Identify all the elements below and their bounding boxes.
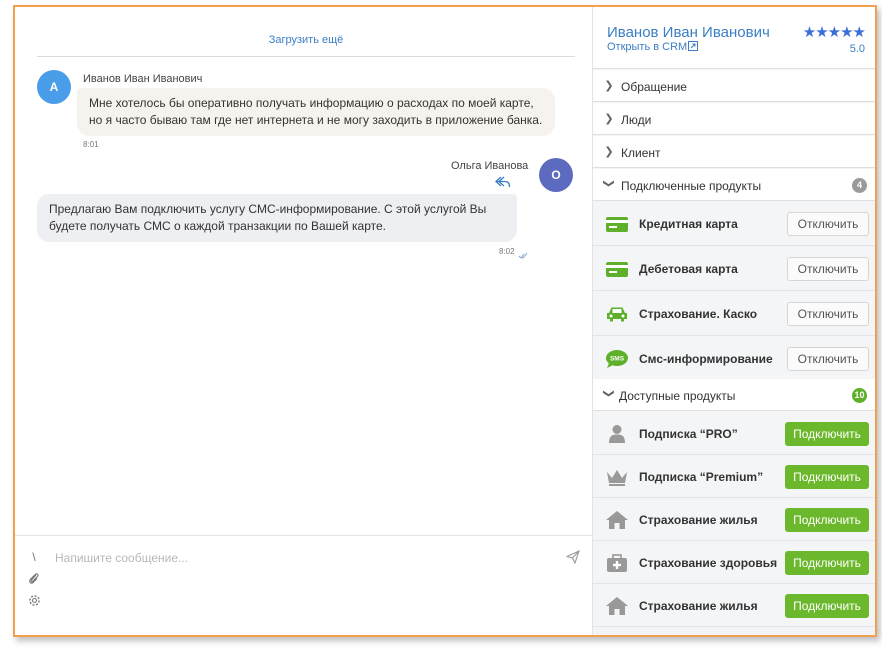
section-available-products[interactable]: ❯ Доступные продукты 10 xyxy=(593,379,875,411)
available-product-row: Страхование жилья Подключить xyxy=(593,584,875,627)
rating-stars: ★★★★★ xyxy=(802,24,866,41)
app-window: Загрузить ещё А Иванов Иван Иванович Мне… xyxy=(13,5,877,637)
chat-pane: Загрузить ещё А Иванов Иван Иванович Мне… xyxy=(15,7,593,635)
section-label: Клиент xyxy=(621,146,661,160)
external-link-icon xyxy=(688,41,699,54)
message-time: 8:01 xyxy=(83,140,99,149)
house-icon xyxy=(605,596,629,616)
connected-product-row: Дебетовая карта Отключить xyxy=(593,247,875,291)
available-product-row: Подписка “Premium” Подключить xyxy=(593,455,875,498)
section-appeal[interactable]: ❯ Обращение xyxy=(593,70,875,102)
product-name: Подписка “Premium” xyxy=(639,470,764,484)
product-name: Страхование жилья xyxy=(639,599,758,613)
house-icon xyxy=(605,510,629,530)
sms-icon: SMS xyxy=(605,349,629,369)
connect-button[interactable]: Подключить xyxy=(785,551,869,575)
reply-icon[interactable] xyxy=(495,175,511,189)
section-label: Доступные продукты xyxy=(619,389,736,403)
section-people[interactable]: ❯ Люди xyxy=(593,103,875,135)
load-more-link[interactable]: Загрузить ещё xyxy=(37,31,575,57)
connected-product-row: SMS Смс-информирование Отключить xyxy=(593,337,875,381)
available-product-row: Страхование здоровья Подключить xyxy=(593,541,875,584)
connected-product-row: Кредитная карта Отключить xyxy=(593,202,875,246)
open-crm-link[interactable]: Открыть в CRM xyxy=(607,41,699,54)
message-composer: \ xyxy=(15,535,593,635)
send-icon[interactable] xyxy=(565,549,580,565)
connect-button[interactable]: Подключить xyxy=(785,508,869,532)
disconnect-button[interactable]: Отключить xyxy=(787,302,869,326)
client-name: Иванов Иван Иванович xyxy=(607,24,770,41)
message-bubble: Предлагаю Вам подключить услугу СМС-инфо… xyxy=(37,194,517,242)
available-product-row: Страхование жилья Подключить xyxy=(593,498,875,541)
car-icon xyxy=(605,304,629,324)
chevron-down-icon: ❯ xyxy=(602,388,615,399)
product-name: Кредитная карта xyxy=(639,217,738,231)
product-name: Страхование. Каско xyxy=(639,307,758,321)
person-icon xyxy=(605,424,629,444)
client-panel: Иванов Иван Иванович Открыть в CRM ★★★★★… xyxy=(593,7,875,635)
connect-button[interactable]: Подключить xyxy=(785,465,869,489)
avatar: О xyxy=(539,158,573,192)
rating-value: 5.0 xyxy=(849,43,865,55)
disconnect-button[interactable]: Отключить xyxy=(787,212,869,236)
count-badge: 4 xyxy=(852,178,867,193)
section-connected-products[interactable]: ❯ Подключенные продукты 4 xyxy=(593,169,875,201)
message-time: 8:02 xyxy=(499,247,515,256)
message-sender: Ольга Иванова xyxy=(451,160,529,172)
medkit-icon xyxy=(605,553,629,573)
product-name: Смс-информирование xyxy=(639,352,773,366)
section-client[interactable]: ❯ Клиент xyxy=(593,136,875,168)
product-name: Страхование здоровья xyxy=(639,556,778,570)
message-input[interactable] xyxy=(55,548,515,568)
message-bubble: Мне хотелось бы оперативно получать инфо… xyxy=(77,88,555,136)
section-label: Обращение xyxy=(621,80,687,94)
settings-icon[interactable] xyxy=(27,594,41,608)
avatar: А xyxy=(37,70,71,104)
chevron-down-icon: ❯ xyxy=(602,178,615,189)
connect-button[interactable]: Подключить xyxy=(785,594,869,618)
chevron-right-icon: ❯ xyxy=(604,80,614,92)
credit-card-icon xyxy=(605,214,629,234)
debit-card-icon xyxy=(605,259,629,279)
section-label: Подключенные продукты xyxy=(621,179,762,193)
attach-icon[interactable] xyxy=(27,572,41,586)
available-product-row: Подписка “PRO” Подключить xyxy=(593,412,875,455)
format-icon[interactable]: \ xyxy=(27,550,41,564)
disconnect-button[interactable]: Отключить xyxy=(787,347,869,371)
crm-link-label: Открыть в CRM xyxy=(607,41,688,53)
product-name: Страхование жилья xyxy=(639,513,758,527)
svg-text:SMS: SMS xyxy=(610,356,625,363)
disconnect-button[interactable]: Отключить xyxy=(787,257,869,281)
connected-product-row: Страхование. Каско Отключить xyxy=(593,292,875,336)
chevron-right-icon: ❯ xyxy=(604,146,614,158)
connect-button[interactable]: Подключить xyxy=(785,422,869,446)
section-label: Люди xyxy=(621,113,652,127)
client-header: Иванов Иван Иванович Открыть в CRM ★★★★★… xyxy=(593,7,875,69)
product-name: Дебетовая карта xyxy=(639,262,738,276)
chevron-right-icon: ❯ xyxy=(604,113,614,125)
count-badge: 10 xyxy=(852,388,867,403)
read-check-icon xyxy=(518,247,528,259)
message-sender: Иванов Иван Иванович xyxy=(83,73,203,85)
product-name: Подписка “PRO” xyxy=(639,427,738,441)
crown-icon xyxy=(605,467,629,487)
